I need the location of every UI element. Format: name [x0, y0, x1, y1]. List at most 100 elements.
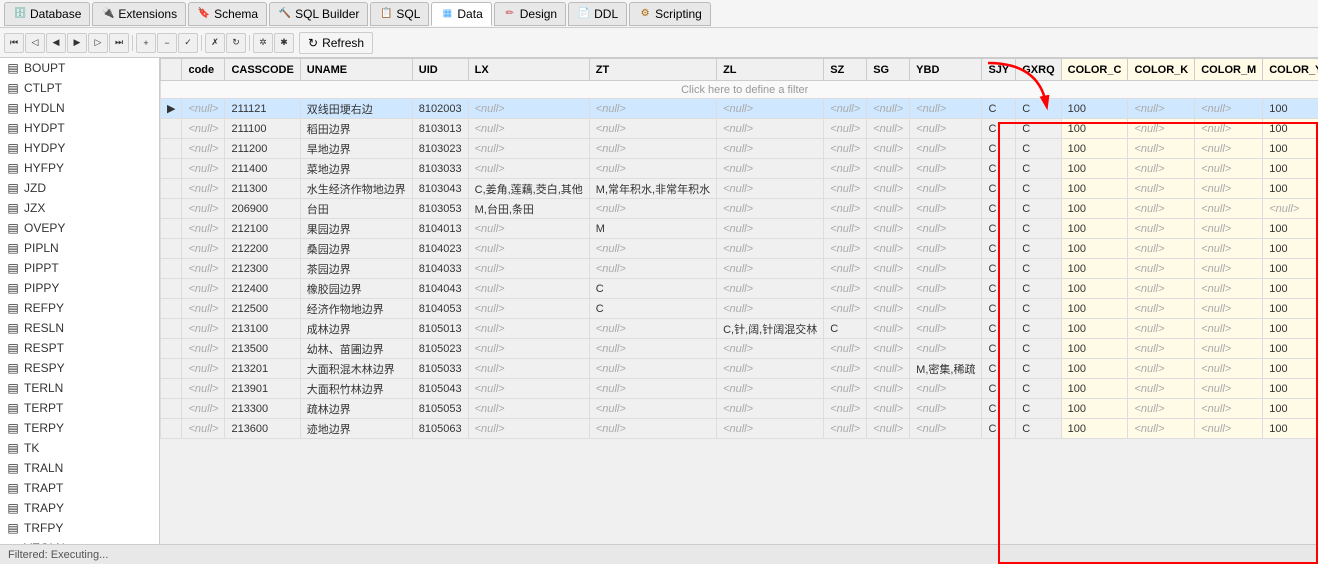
tab-sqlb[interactable]: 🔨SQL Builder	[269, 2, 368, 26]
nav-btn-3[interactable]: ▶	[67, 33, 87, 53]
null-value: <null>	[188, 283, 218, 295]
cell-COLOR_M: <null>	[1195, 199, 1263, 219]
sidebar-item-HYFPY[interactable]: ▤HYFPY	[0, 158, 159, 178]
table-row[interactable]: <null>212200桑园边界8104023<null><null><null…	[161, 239, 1318, 259]
cell-SJY: C	[982, 119, 1016, 139]
nav-btn-7[interactable]: −	[157, 33, 177, 53]
sidebar-item-HYDPT[interactable]: ▤HYDPT	[0, 118, 159, 138]
cell-UNAME: 经济作物地边界	[300, 299, 412, 319]
null-value: <null>	[475, 103, 505, 115]
sidebar-item-PIPLN[interactable]: ▤PIPLN	[0, 238, 159, 258]
table-row[interactable]: <null>212100果园边界8104013<null>M<null><nul…	[161, 219, 1318, 239]
nav-btn-5[interactable]: ⏭	[109, 33, 129, 53]
sidebar-item-PIPPT[interactable]: ▤PIPPT	[0, 258, 159, 278]
sidebar-item-TRFPY[interactable]: ▤TRFPY	[0, 518, 159, 538]
null-value: <null>	[1134, 263, 1164, 275]
row-marker	[161, 279, 182, 299]
null-value: <null>	[723, 303, 753, 315]
sidebar-item-OVEPY[interactable]: ▤OVEPY	[0, 218, 159, 238]
cell-CASSCODE: 213300	[225, 399, 300, 419]
table-row[interactable]: <null>206900台田8103053M,台田,条田<null><null>…	[161, 199, 1318, 219]
null-value: <null>	[1201, 323, 1231, 335]
cell-SG: <null>	[867, 99, 910, 119]
null-value: <null>	[830, 283, 860, 295]
tab-sql[interactable]: 📋SQL	[370, 2, 429, 26]
refresh-button[interactable]: ↻Refresh	[299, 32, 373, 54]
nav-btn-6[interactable]: +	[136, 33, 156, 53]
tab-ext[interactable]: 🔌Extensions	[92, 2, 186, 26]
col-header-LX: LX	[468, 59, 589, 81]
table-row[interactable]: <null>213901大面积竹林边界8105043<null><null><n…	[161, 379, 1318, 399]
sidebar-item-PIPPY[interactable]: ▤PIPPY	[0, 278, 159, 298]
table-row[interactable]: <null>212500经济作物地边界8104053<null>C<null><…	[161, 299, 1318, 319]
nav-btn-0[interactable]: ⏮	[4, 33, 24, 53]
sidebar-item-RESLN[interactable]: ▤RESLN	[0, 318, 159, 338]
nav-btn-4[interactable]: ▷	[88, 33, 108, 53]
sidebar-item-TERPT[interactable]: ▤TERPT	[0, 398, 159, 418]
cell-LX: <null>	[468, 219, 589, 239]
tab-db[interactable]: 🗄Database	[4, 2, 90, 26]
sidebar-item-JZD[interactable]: ▤JZD	[0, 178, 159, 198]
cell-COLOR_C: 100	[1061, 399, 1128, 419]
table-row[interactable]: ▶<null>211121双线田埂右边8102003<null><null><n…	[161, 99, 1318, 119]
filter-row[interactable]: Click here to define a filter	[161, 81, 1318, 99]
cell-COLOR_C: 100	[1061, 299, 1128, 319]
cell-SG: <null>	[867, 179, 910, 199]
table-row[interactable]: <null>211300水生经济作物地边界8103043C,姜角,莲藕,茭白,其…	[161, 179, 1318, 199]
table-row[interactable]: <null>213600迹地边界8105063<null><null><null…	[161, 419, 1318, 439]
col-header-CASSCODE: CASSCODE	[225, 59, 300, 81]
filter-text[interactable]: Click here to define a filter	[161, 81, 1318, 99]
cell-COLOR_C: 100	[1061, 259, 1128, 279]
nav-btn-12[interactable]: ✱	[274, 33, 294, 53]
cell-SZ: <null>	[824, 259, 867, 279]
null-value: <null>	[188, 383, 218, 395]
null-value: <null>	[475, 263, 505, 275]
table-row[interactable]: <null>213201大面积混木林边界8105033<null><null><…	[161, 359, 1318, 379]
sidebar-item-CTLPT[interactable]: ▤CTLPT	[0, 78, 159, 98]
table-row[interactable]: <null>213300疏林边界8105053<null><null><null…	[161, 399, 1318, 419]
data-area[interactable]: codeCASSCODEUNAMEUIDLXZTZLSZSGYBDSJYGXRQ…	[160, 58, 1318, 564]
nav-btn-10[interactable]: ↻	[226, 33, 246, 53]
table-row[interactable]: <null>211200旱地边界8103023<null><null><null…	[161, 139, 1318, 159]
tab-design[interactable]: ✏Design	[494, 2, 566, 26]
nav-btn-1[interactable]: ◁	[25, 33, 45, 53]
cell-COLOR_K: <null>	[1128, 99, 1195, 119]
nav-btn-2[interactable]: ◀	[46, 33, 66, 53]
sidebar-item-TERLN[interactable]: ▤TERLN	[0, 378, 159, 398]
table-row[interactable]: <null>211400菜地边界8103033<null><null><null…	[161, 159, 1318, 179]
tab-scripting[interactable]: ⚙Scripting	[629, 2, 711, 26]
nav-btn-8[interactable]: ✓	[178, 33, 198, 53]
table-row[interactable]: <null>212400橡胶园边界8104043<null>C<null><nu…	[161, 279, 1318, 299]
cell-ZT: <null>	[589, 399, 716, 419]
tab-data[interactable]: ▦Data	[431, 2, 491, 26]
sidebar-item-TRAPT[interactable]: ▤TRAPT	[0, 478, 159, 498]
tab-ddl[interactable]: 📄DDL	[568, 2, 627, 26]
row-marker	[161, 419, 182, 439]
table-row[interactable]: <null>213500幼林、苗圃边界8105023<null><null><n…	[161, 339, 1318, 359]
sidebar-item-TRAPY[interactable]: ▤TRAPY	[0, 498, 159, 518]
sidebar-item-BOUPT[interactable]: ▤BOUPT	[0, 58, 159, 78]
sidebar-item-TK[interactable]: ▤TK	[0, 438, 159, 458]
cell-COLOR_K: <null>	[1128, 299, 1195, 319]
cell-COLOR_M: <null>	[1195, 99, 1263, 119]
sidebar-item-TERPY[interactable]: ▤TERPY	[0, 418, 159, 438]
sidebar-item-JZX[interactable]: ▤JZX	[0, 198, 159, 218]
cell-YBD: <null>	[910, 239, 982, 259]
sidebar-item-HYDLN[interactable]: ▤HYDLN	[0, 98, 159, 118]
sidebar-item-RESPY[interactable]: ▤RESPY	[0, 358, 159, 378]
table-row[interactable]: <null>212300茶园边界8104033<null><null><null…	[161, 259, 1318, 279]
sidebar-item-TRALN[interactable]: ▤TRALN	[0, 458, 159, 478]
cell-SZ: <null>	[824, 99, 867, 119]
null-value: <null>	[1134, 183, 1164, 195]
table-row[interactable]: <null>211100稻田边界8103013<null><null><null…	[161, 119, 1318, 139]
tab-schema[interactable]: 🔖Schema	[188, 2, 267, 26]
sidebar-item-HYDPY[interactable]: ▤HYDPY	[0, 138, 159, 158]
nav-btn-11[interactable]: ✲	[253, 33, 273, 53]
sidebar-item-RESPT[interactable]: ▤RESPT	[0, 338, 159, 358]
nav-btn-9[interactable]: ✗	[205, 33, 225, 53]
sidebar-item-REFPY[interactable]: ▤REFPY	[0, 298, 159, 318]
cell-YBD: <null>	[910, 259, 982, 279]
cell-CASSCODE: 212500	[225, 299, 300, 319]
null-value: <null>	[188, 243, 218, 255]
table-row[interactable]: <null>213100成林边界8105013<null><null>C,针,阔…	[161, 319, 1318, 339]
